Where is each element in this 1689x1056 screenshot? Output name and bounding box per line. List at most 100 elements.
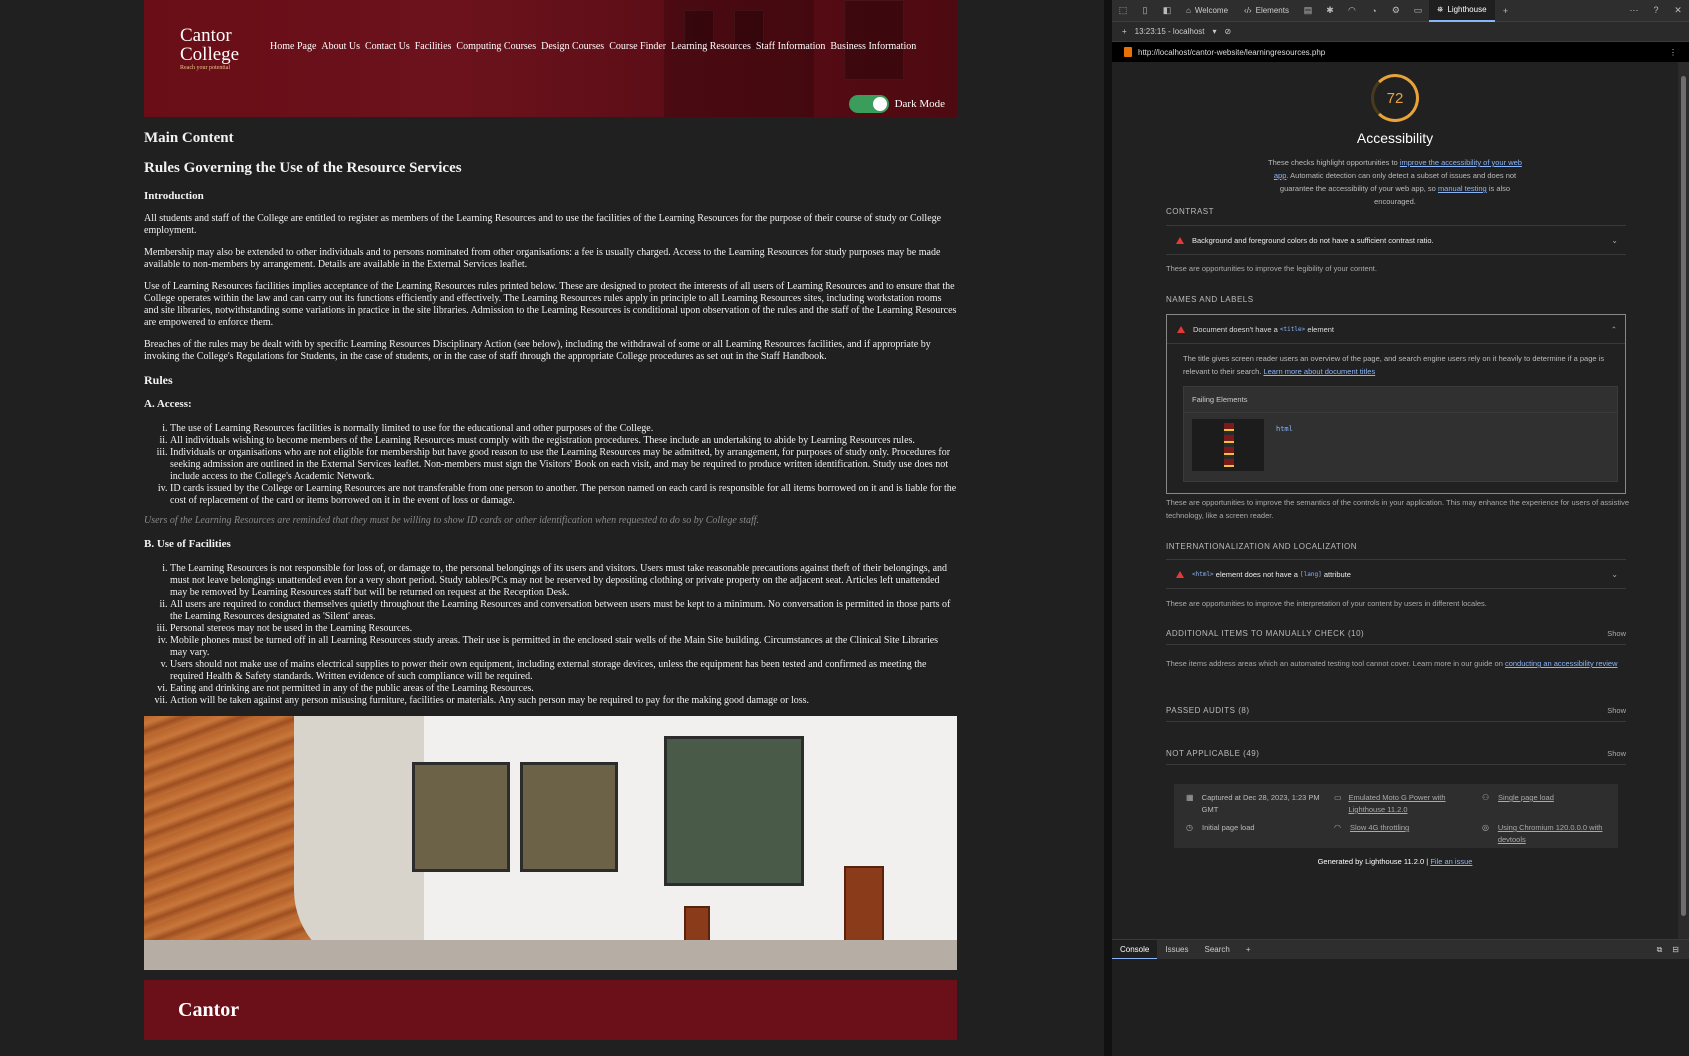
manual-testing-link[interactable]: manual testing [1438, 184, 1487, 193]
main-heading: Main Content [144, 130, 234, 146]
add-tab-icon[interactable]: + [1495, 6, 1517, 16]
mode-link[interactable]: Single page load [1498, 792, 1554, 816]
accessibility-review-link[interactable]: conducting an accessibility review [1505, 659, 1618, 668]
throttle-link[interactable]: Slow 4G throttling [1350, 822, 1409, 846]
list-item: All individuals wishing to become member… [170, 435, 957, 447]
tab-welcome[interactable]: ⌂ Welcome [1178, 0, 1236, 22]
env-initial: ◷ Initial page load [1186, 822, 1334, 846]
show-button[interactable]: Show [1607, 749, 1626, 758]
list-item: Action will be taken against any person … [170, 695, 957, 707]
photo-curved-wall [294, 716, 424, 970]
network-icon[interactable]: ◠ [1341, 5, 1363, 16]
audit-html-lang[interactable]: <html> element does not have a [lang] at… [1166, 559, 1626, 589]
contrast-subtext: These are opportunities to improve the l… [1166, 264, 1377, 273]
nav-course-finder[interactable]: Course Finder [609, 41, 666, 52]
learn-more-link[interactable]: Learn more about document titles [1263, 367, 1375, 376]
nav-facilities[interactable]: Facilities [415, 41, 452, 52]
add-drawer-tab-icon[interactable]: + [1238, 940, 1259, 960]
home-icon: ⌂ [1186, 5, 1191, 15]
dark-mode-switch[interactable] [848, 95, 889, 113]
device-toolbar-icon[interactable]: ▯ [1134, 5, 1156, 16]
i18n-subtext: These are opportunities to improve the i… [1166, 599, 1487, 608]
bug-icon[interactable]: ✱ [1319, 5, 1341, 16]
audit-document-title: Document doesn't have a <title> element … [1166, 314, 1626, 494]
help-icon[interactable]: ? [1645, 5, 1667, 16]
dark-mode-toggle[interactable]: Dark Mode [848, 95, 945, 113]
manual-subtext: These items address areas which an autom… [1166, 657, 1636, 670]
env-browser: ◎ Using Chromium 120.0.0.0 with devtools [1482, 822, 1630, 846]
group-title: ADDITIONAL ITEMS TO MANUALLY CHECK (10) [1166, 629, 1365, 638]
tab-lighthouse[interactable]: ⛯ Lighthouse [1428, 0, 1495, 22]
score-gauge[interactable]: 72 [1371, 74, 1419, 122]
close-drawer-icon[interactable]: ⊟ [1672, 945, 1679, 954]
audit-contrast[interactable]: Background and foreground colors do not … [1166, 225, 1626, 255]
settings-gear-icon[interactable]: ⚙ [1385, 5, 1407, 16]
env-captured: ▦ Captured at Dec 28, 2023, 1:23 PM GMT [1186, 792, 1334, 816]
site-footer: Cantor [144, 980, 957, 1040]
panel-divider[interactable] [1104, 0, 1112, 1056]
calendar-icon: ▦ [1186, 793, 1194, 802]
dropdown-chevron-icon[interactable]: ▾ [1213, 27, 1217, 36]
nav-learning-resources[interactable]: Learning Resources [671, 41, 751, 52]
lighthouse-toolbar: + 13:23:15 - localhost ▾ ⊘ [1112, 22, 1689, 42]
drawer-tab-search[interactable]: Search [1196, 940, 1237, 960]
not-applicable-group[interactable]: NOT APPLICABLE (49) Show [1166, 743, 1626, 765]
report-selector[interactable]: 13:23:15 - localhost [1135, 27, 1205, 36]
audit-header[interactable]: Document doesn't have a <title> element … [1167, 315, 1625, 344]
nav-home[interactable]: Home Page [270, 41, 316, 52]
kebab-menu-icon[interactable]: ⋮ [1669, 48, 1677, 57]
dock-icon[interactable]: ⧉ [1657, 945, 1663, 955]
tab-elements[interactable]: ‹/› Elements [1236, 0, 1297, 22]
site-logo[interactable]: Cantor College Reach your potential [180, 26, 255, 71]
env-text: Initial page load [1202, 823, 1255, 832]
drawer-tab-console[interactable]: Console [1112, 939, 1158, 960]
scrollbar-thumb[interactable] [1681, 76, 1686, 916]
browser-link[interactable]: Using Chromium 120.0.0.0 with devtools [1498, 822, 1630, 846]
drawer-tab-issues[interactable]: Issues [1157, 940, 1196, 960]
file-issue-link[interactable]: File an issue [1430, 857, 1472, 866]
sidebar-toggle-icon[interactable]: ◧ [1156, 5, 1178, 16]
performance-icon[interactable]: ◔ [1363, 6, 1385, 16]
nav-computing-courses[interactable]: Computing Courses [456, 41, 536, 52]
site-header: Cantor College Reach your potential Home… [144, 0, 957, 117]
code-html: <html> [1192, 570, 1214, 578]
score-value: 72 [1386, 89, 1404, 107]
nav-business-information[interactable]: Business Information [830, 41, 916, 52]
logo-line-2: College [180, 44, 240, 65]
report-url[interactable]: http://localhost/cantor-website/learning… [1138, 48, 1325, 57]
show-button[interactable]: Show [1607, 629, 1626, 638]
code-lang: [lang] [1300, 570, 1322, 578]
page-title: Rules Governing the Use of the Resource … [144, 160, 462, 176]
failing-node[interactable]: html [1276, 423, 1293, 436]
show-button[interactable]: Show [1607, 706, 1626, 715]
application-icon[interactable]: ▭ [1407, 5, 1429, 16]
manual-checks-group[interactable]: ADDITIONAL ITEMS TO MANUALLY CHECK (10) … [1166, 623, 1626, 645]
new-report-icon[interactable]: + [1122, 27, 1127, 36]
footer-title: Cantor [178, 999, 240, 1021]
fail-icon [1176, 570, 1184, 578]
failing-elements-table: Failing Elements html [1183, 386, 1618, 482]
list-item: ID cards issued by the College or Learni… [170, 483, 957, 507]
element-screenshot[interactable] [1192, 419, 1264, 471]
report-scrollbar[interactable] [1678, 62, 1689, 939]
close-icon[interactable]: ✕ [1667, 5, 1689, 16]
rules-heading: Rules [144, 373, 173, 387]
inspect-icon[interactable]: ⬚ [1112, 5, 1134, 16]
passed-audits-group[interactable]: PASSED AUDITS (8) Show [1166, 700, 1626, 722]
header-window-graphic [844, 0, 904, 80]
lighthouse-icon: ⛯ [1436, 4, 1444, 14]
list-item: Individuals or organisations who are not… [170, 447, 957, 483]
console-icon[interactable]: ▤ [1297, 5, 1319, 16]
nav-design-courses[interactable]: Design Courses [541, 41, 604, 52]
nav-about[interactable]: About Us [321, 41, 360, 52]
more-icon[interactable]: ⋯ [1623, 5, 1645, 16]
manual-text: These items address areas which an autom… [1166, 659, 1503, 668]
nav-contact[interactable]: Contact Us [365, 41, 410, 52]
report-url-bar: http://localhost/cantor-website/learning… [1112, 42, 1689, 62]
switch-knob [872, 97, 887, 111]
device-link[interactable]: Emulated Moto G Power with Lighthouse 11… [1348, 792, 1482, 816]
env-text: Captured at Dec 28, 2023, 1:23 PM GMT [1201, 793, 1320, 814]
clear-icon[interactable]: ⊘ [1225, 27, 1232, 36]
nav-staff-information[interactable]: Staff Information [756, 41, 826, 52]
lighthouse-report: 72 Accessibility These checks highlight … [1112, 62, 1678, 939]
